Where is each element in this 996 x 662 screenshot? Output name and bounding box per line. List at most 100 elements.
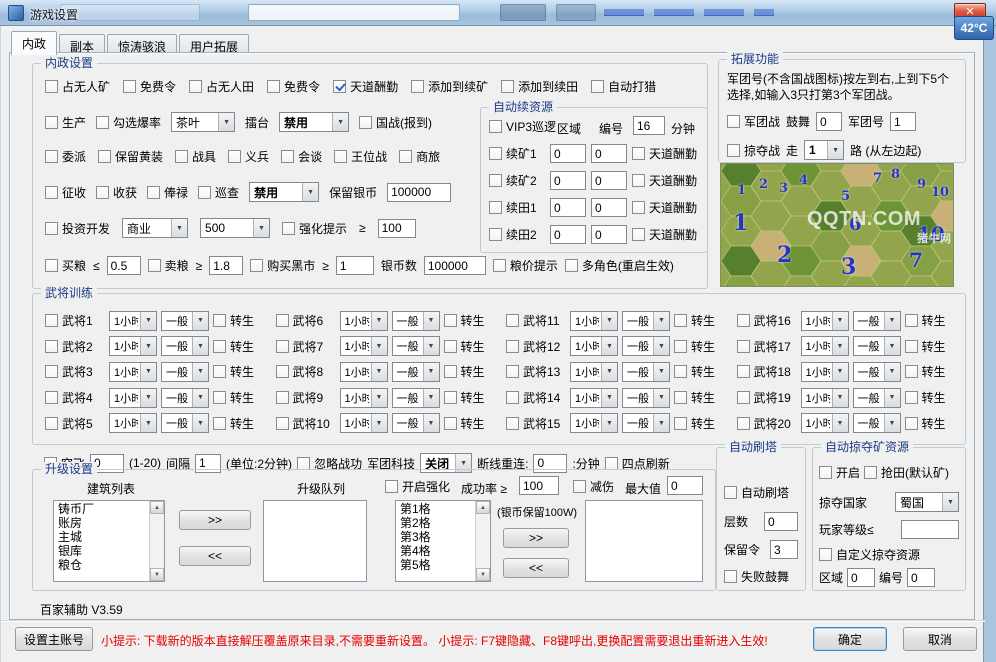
interval-input[interactable] — [633, 116, 665, 135]
checkbox-rebirth[interactable]: 转生 — [444, 312, 485, 329]
resource-area-input[interactable] — [550, 225, 586, 244]
quality-dropdown[interactable]: 一般▼ — [392, 336, 440, 356]
checkbox-委派[interactable]: 委派 — [45, 148, 86, 165]
duration-dropdown[interactable]: 1小时▼ — [801, 311, 849, 331]
auto-tower-checkbox[interactable]: 自动刷塔 — [724, 484, 789, 501]
duration-dropdown[interactable]: 1小时▼ — [340, 311, 388, 331]
invest-amount-dropdown[interactable]: 500▼ — [200, 218, 270, 238]
duration-dropdown[interactable]: 1小时▼ — [570, 388, 618, 408]
production-checkbox[interactable]: 生产 — [45, 114, 86, 131]
duration-dropdown[interactable]: 1小时▼ — [570, 413, 618, 433]
checkbox-武将7[interactable]: 武将7 — [276, 338, 336, 355]
nationwar-checkbox[interactable]: 国战(报到) — [359, 114, 432, 131]
fail-inspire-checkbox[interactable]: 失败鼓舞 — [724, 568, 789, 585]
checkbox-免费令[interactable]: 免费令 — [267, 78, 320, 95]
tab-内政[interactable]: 内政 — [11, 31, 57, 55]
duration-dropdown[interactable]: 1小时▼ — [570, 362, 618, 382]
quality-dropdown[interactable]: 一般▼ — [161, 336, 209, 356]
plunder-war-checkbox[interactable]: 掠夺战 — [727, 142, 780, 159]
checkbox-武将16[interactable]: 武将16 — [737, 312, 797, 329]
checkbox-武将19[interactable]: 武将19 — [737, 389, 797, 406]
buy-grain-checkbox[interactable]: 买粮 — [45, 257, 86, 274]
checkbox-保留黄装[interactable]: 保留黄装 — [98, 148, 163, 165]
list-item[interactable]: 银库 — [54, 544, 149, 558]
checkbox-rebirth[interactable]: 转生 — [444, 363, 485, 380]
list-item[interactable]: 铸币厂 — [54, 502, 149, 516]
checkbox-rebirth[interactable]: 转生 — [905, 389, 946, 406]
checkbox-武将6[interactable]: 武将6 — [276, 312, 336, 329]
droprate-checkbox[interactable]: 勾选爆率 — [96, 114, 161, 131]
tea-dropdown[interactable]: 茶叶▼ — [171, 112, 235, 132]
quality-dropdown[interactable]: 一般▼ — [161, 311, 209, 331]
multirole-checkbox[interactable]: 多角色(重启生效) — [565, 257, 674, 274]
checkbox-rebirth[interactable]: 转生 — [213, 415, 254, 432]
resource-number-input[interactable] — [591, 144, 627, 163]
checkbox-商旅[interactable]: 商旅 — [399, 148, 440, 165]
checkbox-rebirth[interactable]: 转生 — [444, 389, 485, 406]
quality-dropdown[interactable]: 一般▼ — [853, 311, 901, 331]
building-listbox[interactable]: 铸币厂账房主城银库粮仓 ▲▼ — [53, 500, 165, 582]
scroll-up-icon[interactable]: ▲ — [476, 501, 490, 514]
checkbox-rebirth[interactable]: 转生 — [444, 415, 485, 432]
tokens-input[interactable] — [770, 540, 798, 559]
checkbox-续田2[interactable]: 续田2 — [489, 226, 545, 243]
move-right-button-1[interactable]: >> — [179, 510, 251, 530]
duration-dropdown[interactable]: 1小时▼ — [109, 336, 157, 356]
list-item[interactable]: 第3格 — [396, 530, 475, 544]
checkbox-天道酬勤[interactable]: 天道酬勤 — [333, 78, 398, 95]
resource-area-input[interactable] — [550, 198, 586, 217]
checkbox-tiandao[interactable]: 天道酬勤 — [632, 199, 697, 216]
enhance-hint-input[interactable] — [378, 219, 416, 238]
scroll-up-icon[interactable]: ▲ — [150, 501, 164, 514]
duration-dropdown[interactable]: 1小时▼ — [340, 388, 388, 408]
checkbox-武将17[interactable]: 武将17 — [737, 338, 797, 355]
duration-dropdown[interactable]: 1小时▼ — [340, 336, 388, 356]
road-dropdown[interactable]: 1▼ — [804, 140, 844, 160]
checkbox-添加到续田[interactable]: 添加到续田 — [501, 78, 578, 95]
checkbox-武将12[interactable]: 武将12 — [506, 338, 566, 355]
checkbox-rebirth[interactable]: 转生 — [905, 415, 946, 432]
buy-grain-input[interactable] — [107, 256, 141, 275]
keep-silver-input[interactable] — [387, 183, 451, 202]
duration-dropdown[interactable]: 1小时▼ — [109, 362, 157, 382]
floors-input[interactable] — [764, 512, 798, 531]
inspire-input[interactable] — [816, 112, 842, 131]
checkbox-rebirth[interactable]: 转生 — [905, 338, 946, 355]
invest-checkbox[interactable]: 投资开发 — [45, 220, 110, 237]
duration-dropdown[interactable]: 1小时▼ — [340, 362, 388, 382]
checkbox-tiandao[interactable]: 天道酬勤 — [632, 226, 697, 243]
quality-dropdown[interactable]: 一般▼ — [161, 362, 209, 382]
legion-war-checkbox[interactable]: 军团战 — [727, 113, 780, 130]
vip3-patrol-checkbox[interactable]: VIP3巡逻 — [489, 118, 556, 135]
quality-dropdown[interactable]: 一般▼ — [853, 413, 901, 433]
checkbox-tiandao[interactable]: 天道酬勤 — [632, 145, 697, 162]
set-main-account-button[interactable]: 设置主账号 — [15, 627, 93, 651]
legion-number-input[interactable] — [890, 112, 916, 131]
checkbox-武将13[interactable]: 武将13 — [506, 363, 566, 380]
duration-dropdown[interactable]: 1小时▼ — [109, 311, 157, 331]
checkbox-武将20[interactable]: 武将20 — [737, 415, 797, 432]
checkbox-rebirth[interactable]: 转生 — [213, 363, 254, 380]
plunder-number-input[interactable] — [907, 568, 935, 587]
checkbox-rebirth[interactable]: 转生 — [905, 363, 946, 380]
grain-price-checkbox[interactable]: 粮价提示 — [493, 257, 558, 274]
quality-dropdown[interactable]: 一般▼ — [622, 388, 670, 408]
quality-dropdown[interactable]: 一般▼ — [853, 336, 901, 356]
duration-dropdown[interactable]: 1小时▼ — [801, 388, 849, 408]
slot-listbox[interactable]: 第1格第2格第3格第4格第5格 ▲▼ — [395, 500, 491, 582]
checkbox-武将4[interactable]: 武将4 — [45, 389, 105, 406]
enhance-hint-checkbox[interactable]: 强化提示 — [282, 220, 347, 237]
resource-area-input[interactable] — [550, 144, 586, 163]
checkbox-rebirth[interactable]: 转生 — [674, 312, 715, 329]
checkbox-武将5[interactable]: 武将5 — [45, 415, 105, 432]
resource-number-input[interactable] — [591, 171, 627, 190]
salary-checkbox[interactable]: 俸禄 — [147, 184, 188, 201]
checkbox-武将11[interactable]: 武将11 — [506, 312, 566, 329]
checkbox-rebirth[interactable]: 转生 — [213, 338, 254, 355]
checkbox-武将15[interactable]: 武将15 — [506, 415, 566, 432]
duration-dropdown[interactable]: 1小时▼ — [340, 413, 388, 433]
arena-dropdown[interactable]: 禁用▼ — [279, 112, 349, 132]
harvest-checkbox[interactable]: 收获 — [96, 184, 137, 201]
checkbox-占无人田[interactable]: 占无人田 — [189, 78, 254, 95]
player-level-input[interactable] — [901, 520, 959, 539]
